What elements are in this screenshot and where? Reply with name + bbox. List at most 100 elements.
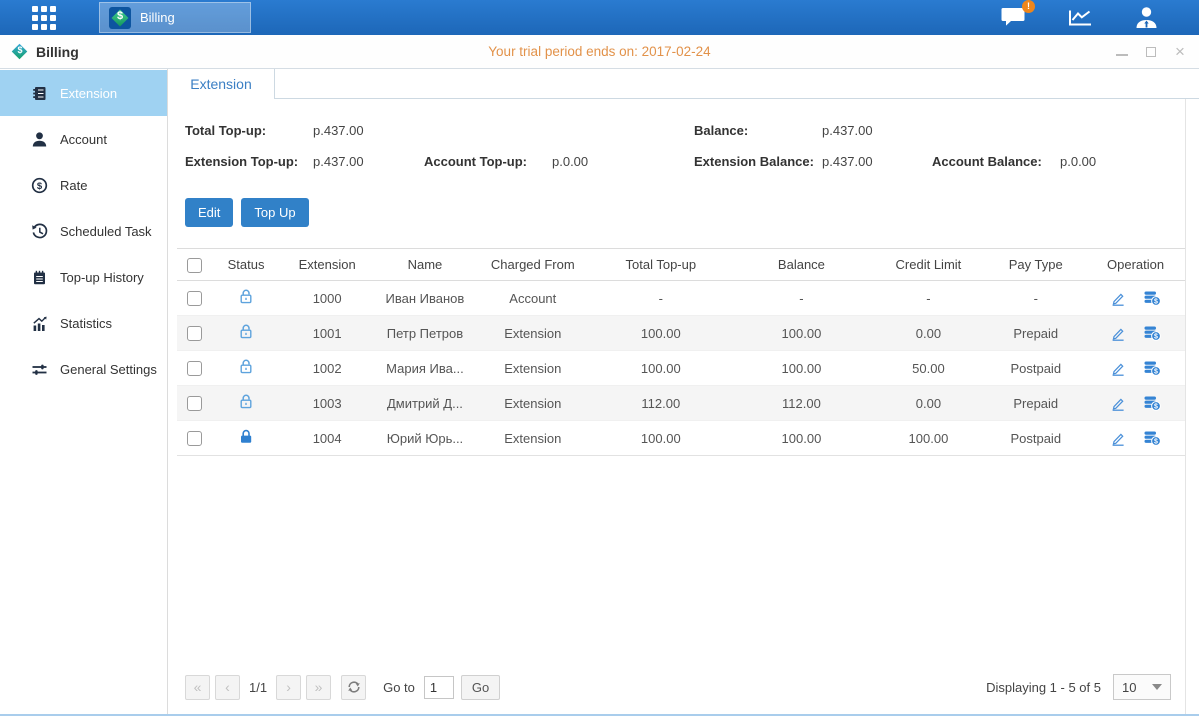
account-menu-button[interactable] bbox=[1134, 6, 1159, 29]
row-checkbox[interactable] bbox=[187, 396, 202, 411]
topup-button[interactable]: Top Up bbox=[241, 198, 308, 227]
extension-cell: 1001 bbox=[280, 316, 375, 351]
column-select-all bbox=[177, 249, 212, 281]
go-button[interactable]: Go bbox=[461, 675, 500, 700]
edit-icon[interactable] bbox=[1110, 430, 1126, 446]
messages-button[interactable]: ! bbox=[1000, 6, 1027, 29]
column-status: Status bbox=[212, 249, 280, 281]
reports-button[interactable] bbox=[1067, 7, 1094, 28]
window-title-bar: $ Billing Your trial period ends on: 201… bbox=[0, 35, 1199, 69]
last-page-button[interactable]: » bbox=[306, 675, 331, 700]
billing-app-tab-label: Billing bbox=[140, 10, 175, 25]
sidebar-item-general-settings[interactable]: General Settings bbox=[0, 346, 167, 392]
credit-limit-cell: 0.00 bbox=[871, 386, 985, 421]
pagination-bar: « ‹ 1/1 › » Go to Go bbox=[177, 674, 1185, 714]
name-cell: Петр Петров bbox=[375, 316, 476, 351]
table-header-row: StatusExtensionNameCharged FromTotal Top… bbox=[177, 249, 1185, 281]
sidebar-item-label: Scheduled Task bbox=[60, 224, 152, 239]
row-checkbox[interactable] bbox=[187, 291, 202, 306]
line-chart-icon bbox=[1067, 7, 1094, 28]
sidebar-item-statistics[interactable]: Statistics bbox=[0, 300, 167, 346]
column-pay-type: Pay Type bbox=[985, 249, 1086, 281]
extension-topup-value: p.437.00 bbox=[313, 154, 364, 169]
unlocked-icon bbox=[238, 358, 254, 375]
column-balance: Balance bbox=[731, 249, 871, 281]
tab-extension[interactable]: Extension bbox=[168, 69, 275, 99]
first-page-button[interactable]: « bbox=[185, 675, 210, 700]
sidebar-item-account[interactable]: Account bbox=[0, 116, 167, 162]
charged-from-cell: Extension bbox=[475, 386, 590, 421]
topup-icon[interactable]: $ bbox=[1143, 430, 1161, 446]
total-topup-cell: 100.00 bbox=[590, 351, 731, 386]
balance-cell: 112.00 bbox=[731, 386, 871, 421]
account-topup-label: Account Top-up: bbox=[424, 154, 552, 169]
extensions-table: StatusExtensionNameCharged FromTotal Top… bbox=[177, 248, 1185, 456]
sidebar-item-label: Statistics bbox=[60, 316, 112, 331]
sidebar: Extension Account$Rate Scheduled Task Top-u… bbox=[0, 69, 168, 714]
pay-type-cell: - bbox=[985, 281, 1086, 316]
refresh-icon bbox=[347, 680, 361, 694]
unlocked-icon bbox=[238, 393, 254, 410]
sidebar-item-rate[interactable]: $Rate bbox=[0, 162, 167, 208]
row-checkbox[interactable] bbox=[187, 431, 202, 446]
app-launcher-icon[interactable] bbox=[32, 6, 56, 30]
sidebar-item-label: Top-up History bbox=[60, 270, 144, 285]
account-topup-value: p.0.00 bbox=[552, 154, 588, 169]
ledger-icon bbox=[30, 84, 48, 102]
edit-button[interactable]: Edit bbox=[185, 198, 233, 227]
billing-app-tab[interactable]: $ Billing bbox=[99, 2, 251, 33]
edit-icon[interactable] bbox=[1110, 360, 1126, 376]
column-operation: Operation bbox=[1086, 249, 1185, 281]
topup-icon[interactable]: $ bbox=[1143, 290, 1161, 306]
balance-label: Balance: bbox=[694, 123, 822, 138]
balance-summary: Total Top-up:p.437.00 Balance:p.437.00 E… bbox=[185, 115, 1185, 177]
topup-icon[interactable]: $ bbox=[1143, 325, 1161, 341]
displaying-text: Displaying 1 - 5 of 5 bbox=[986, 680, 1101, 695]
extension-topup-label: Extension Top-up: bbox=[185, 154, 313, 169]
window-frame-bottom bbox=[0, 714, 1199, 716]
row-select-cell bbox=[177, 386, 212, 421]
trial-notice: Your trial period ends on: 2017-02-24 bbox=[0, 44, 1199, 59]
maximize-button[interactable] bbox=[1144, 45, 1158, 59]
select-all-checkbox[interactable] bbox=[187, 258, 202, 273]
charged-from-cell: Extension bbox=[475, 316, 590, 351]
close-button[interactable]: × bbox=[1173, 45, 1187, 59]
main-content: Extension Total Top-up:p.437.00 Balance:… bbox=[168, 69, 1199, 714]
row-select-cell bbox=[177, 281, 212, 316]
topup-icon[interactable]: $ bbox=[1143, 395, 1161, 411]
chevron-down-icon bbox=[1152, 684, 1162, 690]
credit-limit-cell: - bbox=[871, 281, 985, 316]
column-charged-from: Charged From bbox=[475, 249, 590, 281]
sidebar-item-top-up-history[interactable]: Top-up History bbox=[0, 254, 167, 300]
balance-cell: 100.00 bbox=[731, 316, 871, 351]
locked-icon bbox=[238, 428, 254, 445]
charged-from-cell: Extension bbox=[475, 421, 590, 456]
edit-icon[interactable] bbox=[1110, 290, 1126, 306]
extension-balance-label: Extension Balance: bbox=[694, 154, 822, 169]
extension-cell: 1003 bbox=[280, 386, 375, 421]
goto-label: Go to bbox=[383, 680, 415, 695]
status-cell bbox=[212, 281, 280, 316]
row-checkbox[interactable] bbox=[187, 326, 202, 341]
prev-page-button[interactable]: ‹ bbox=[215, 675, 240, 700]
page-size-select[interactable]: 10 bbox=[1113, 674, 1171, 700]
user-icon bbox=[1134, 6, 1159, 29]
topup-icon[interactable]: $ bbox=[1143, 360, 1161, 376]
edit-icon[interactable] bbox=[1110, 325, 1126, 341]
next-page-button[interactable]: › bbox=[276, 675, 301, 700]
sidebar-item-scheduled-task[interactable]: Scheduled Task bbox=[0, 208, 167, 254]
refresh-button[interactable] bbox=[341, 675, 366, 700]
total-topup-cell: 100.00 bbox=[590, 421, 731, 456]
sidebar-item-extension[interactable]: Extension bbox=[0, 70, 167, 116]
goto-page-input[interactable] bbox=[424, 676, 454, 699]
column-name: Name bbox=[375, 249, 476, 281]
minimize-button[interactable] bbox=[1115, 45, 1129, 59]
extension-cell: 1002 bbox=[280, 351, 375, 386]
row-checkbox[interactable] bbox=[187, 361, 202, 376]
edit-icon[interactable] bbox=[1110, 395, 1126, 411]
balance-value: p.437.00 bbox=[822, 123, 873, 138]
notepad-icon bbox=[30, 268, 48, 286]
sidebar-item-label: General Settings bbox=[60, 362, 157, 377]
sidebar-item-label: Extension bbox=[60, 86, 117, 101]
svg-text:$: $ bbox=[36, 181, 42, 192]
